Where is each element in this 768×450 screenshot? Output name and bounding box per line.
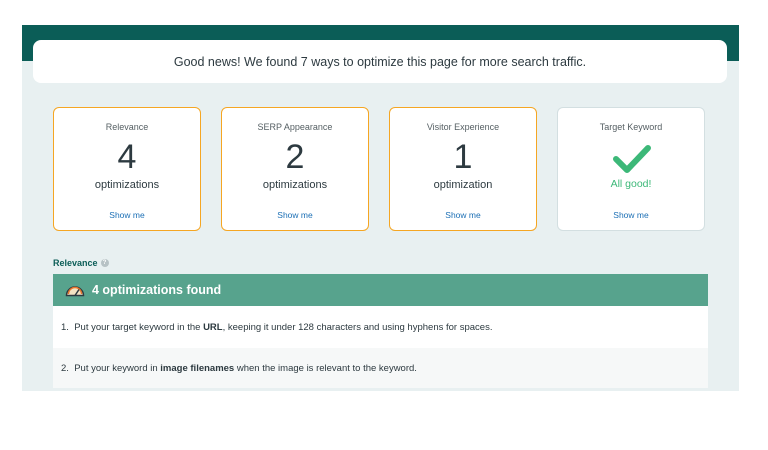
card-target-keyword: Target Keyword All good! Show me — [557, 107, 705, 231]
speedometer-icon — [65, 286, 85, 297]
card-visitor-experience: Visitor Experience 1 optimization Show m… — [389, 107, 537, 231]
card-count: 4 — [117, 138, 137, 176]
card-title: Visitor Experience — [426, 122, 500, 132]
show-me-link[interactable]: Show me — [54, 210, 200, 220]
item-number: 2. — [61, 362, 69, 374]
summary-text: Good news! We found 7 ways to optimize t… — [173, 54, 587, 69]
card-title: Relevance — [105, 122, 149, 132]
list-item: 2. Put your keyword in image filenames w… — [53, 348, 708, 388]
card-count: 1 — [453, 138, 473, 176]
status-text: All good! — [610, 178, 652, 190]
section-label-text: Relevance — [53, 258, 98, 268]
item-text: Put your target keyword in the URL, keep… — [74, 321, 493, 333]
show-me-link[interactable]: Show me — [558, 210, 704, 220]
list-item: 1. Put your target keyword in the URL, k… — [53, 306, 708, 348]
card-title: SERP Appearance — [257, 122, 333, 132]
card-serp-appearance: SERP Appearance 2 optimizations Show me — [221, 107, 369, 231]
optimization-panel: Good news! We found 7 ways to optimize t… — [22, 25, 739, 391]
card-title: Target Keyword — [599, 122, 663, 132]
card-relevance: Relevance 4 optimizations Show me — [53, 107, 201, 231]
card-unit: optimizations — [94, 179, 160, 191]
section-heading: Relevance ? — [53, 258, 109, 268]
show-me-link[interactable]: Show me — [390, 210, 536, 220]
summary-banner: Good news! We found 7 ways to optimize t… — [33, 40, 727, 83]
show-me-link[interactable]: Show me — [222, 210, 368, 220]
card-count: 2 — [285, 138, 305, 176]
found-text: 4 optimizations found — [92, 283, 222, 297]
optimizations-found-bar: 4 optimizations found — [53, 274, 708, 306]
item-number: 1. — [61, 321, 69, 333]
card-unit: optimization — [433, 179, 493, 191]
card-unit: optimizations — [262, 179, 328, 191]
help-icon[interactable]: ? — [100, 259, 109, 267]
item-text: Put your keyword in image filenames when… — [74, 362, 417, 374]
checkmark-icon — [613, 145, 651, 173]
